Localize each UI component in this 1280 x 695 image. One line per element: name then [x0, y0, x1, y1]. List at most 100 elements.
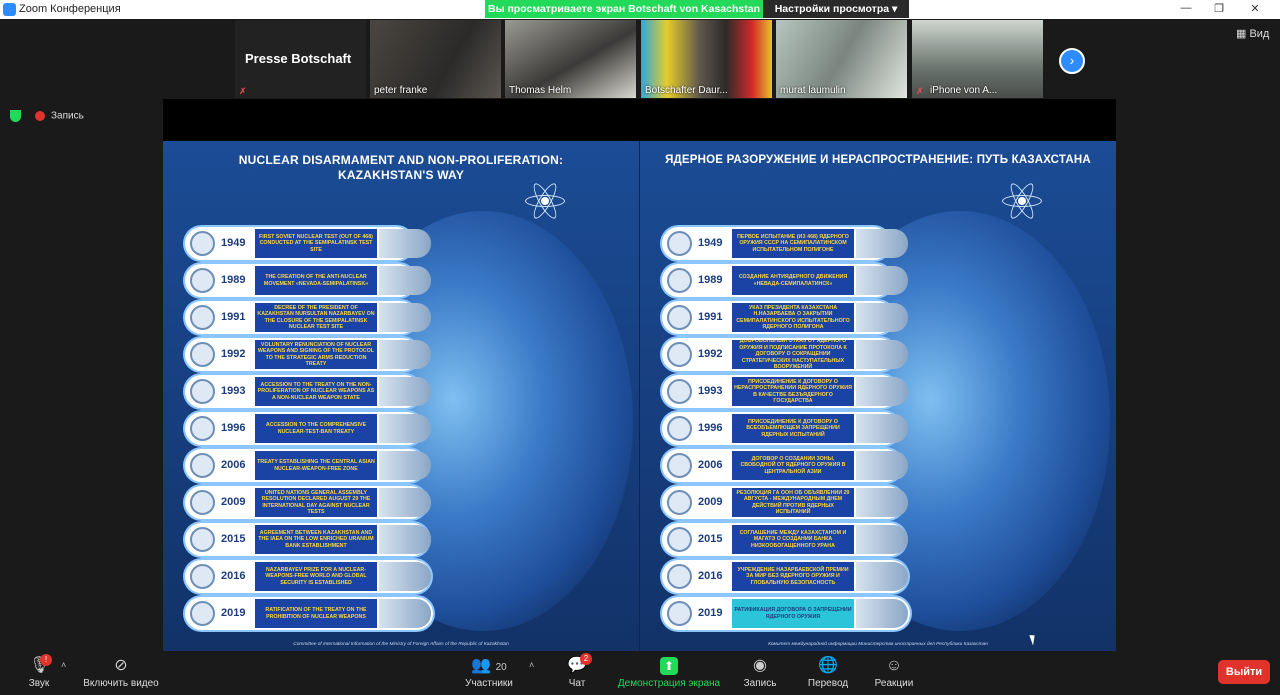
timeline-photo — [379, 562, 431, 591]
smiley-icon: ☺ — [885, 657, 903, 674]
timeline-caption: FIRST SOVIET NUCLEAR TEST (OUT OF 468) C… — [255, 229, 377, 258]
timeline-caption: DECREE OF THE PRESIDENT OF KAZAKHSTAN NU… — [255, 303, 377, 332]
timeline-year: 1996 — [221, 422, 246, 434]
audio-button[interactable]: 🎙 Звук ! — [22, 651, 56, 695]
record-icon: ◉ — [753, 657, 767, 674]
timeline-year: 1996 — [698, 422, 723, 434]
poster-footer-ru: Комитет международной информации Министе… — [768, 642, 988, 647]
audio-caret-icon[interactable]: ˄ — [61, 660, 66, 670]
timeline-row: 2016 УЧРЕЖДЕНИЕ НАЗАРБАЕВСКОЙ ПРЕМИИ ЗА М… — [662, 560, 908, 593]
timeline-row: 2015 AGREEMENT BETWEEN KAZAKHSTAN AND THE… — [185, 523, 431, 556]
close-icon[interactable]: ✕ — [1245, 2, 1265, 17]
recording-dot-icon — [35, 111, 45, 121]
record-button[interactable]: ◉ Запись — [740, 651, 780, 695]
audio-warning-badge: ! — [40, 654, 52, 666]
timeline-row: 2019 RATIFICATION OF THE TREATY ON THE PR… — [185, 597, 433, 630]
participants-icon: 👥 20 — [471, 657, 507, 674]
participant-tile[interactable]: murat laumulin — [776, 20, 907, 98]
restore-icon[interactable]: ❐ — [1209, 2, 1229, 17]
timeline-photo — [379, 414, 431, 443]
recording-indicator[interactable]: Запись — [10, 110, 84, 122]
view-label: Вид — [1249, 28, 1270, 40]
timeline-row: 2019 РАТИФИКАЦИЯ ДОГОВОРА О ЗАПРЕЩЕНИИ ЯД… — [662, 597, 910, 630]
timeline-year: 1993 — [698, 385, 723, 397]
chat-button[interactable]: 💬 Чат 2 — [563, 651, 592, 695]
minimize-icon[interactable]: — — [1176, 2, 1196, 17]
timeline-year: 2019 — [221, 607, 246, 619]
view-button[interactable]: ▦ Вид — [1236, 27, 1269, 40]
participant-tile[interactable]: ✗ iPhone von A... — [912, 20, 1043, 98]
translate-label: Перевод — [807, 678, 849, 689]
timeline-row: 1991 УКАЗ ПРЕЗИДЕНТА КАЗАХСТАНА Н.НАЗАРБА… — [662, 301, 908, 334]
atom-icon — [1002, 180, 1042, 222]
timeline-year: 2009 — [221, 496, 246, 508]
participant-tile-presse[interactable]: Presse Botschaft ✗ — [235, 20, 366, 98]
video-label: Включить видео — [83, 678, 159, 689]
reactions-button[interactable]: ☺ Реакции — [872, 651, 916, 695]
timeline-caption: NAZARBAYEV PRIZE FOR A NUCLEAR-WEAPONS-F… — [255, 562, 377, 591]
participant-name-large: Presse Botschaft — [245, 51, 352, 66]
timeline-caption: ПЕРВОЕ ИСПЫТАНИЕ (ИЗ 468) ЯДЕРНОГО ОРУЖИ… — [732, 229, 854, 258]
timeline-photo — [856, 340, 908, 369]
participant-name: Thomas Helm — [509, 85, 572, 96]
timeline-year: 2015 — [221, 533, 246, 545]
timeline-caption: TREATY ESTABLISHING THE CENTRAL ASIAN NU… — [255, 451, 377, 480]
timeline-caption: THE CREATION OF THE ANTI-NUCLEAR MOVEMEN… — [255, 266, 377, 295]
share-label: Демонстрация экрана — [617, 678, 721, 689]
timeline-year: 1993 — [221, 385, 246, 397]
timeline-caption: UNITED NATIONS GENERAL ASSEMBLY RESOLUTI… — [255, 488, 377, 517]
timeline-en: 1949 FIRST SOVIET NUCLEAR TEST (OUT OF 46… — [185, 227, 455, 634]
timeline-caption: РЕЗОЛЮЦИЯ ГА ООН ОБ ОБЪЯВЛЕНИИ 29 АВГУСТ… — [732, 488, 854, 517]
camera-off-icon: ⊘ — [114, 657, 128, 674]
participant-tile-active[interactable]: Botschafter Daur... — [641, 20, 772, 98]
translate-button[interactable]: 🌐 Перевод — [804, 651, 852, 695]
leave-meeting-button[interactable]: Выйти — [1218, 660, 1270, 684]
participant-tile[interactable]: peter franke — [370, 20, 501, 98]
timeline-year: 1989 — [698, 274, 723, 286]
timeline-year: 2016 — [221, 570, 246, 582]
share-screen-button[interactable]: ⬆ Демонстрация экрана — [614, 651, 724, 695]
timeline-year: 1989 — [221, 274, 246, 286]
mic-muted-icon: ✗ — [916, 86, 924, 96]
audio-label: Звук — [28, 678, 50, 689]
timeline-photo — [856, 414, 908, 443]
participants-caret-icon[interactable]: ˄ — [529, 660, 534, 670]
reactions-label: Реакции — [874, 678, 914, 689]
timeline-photo — [379, 488, 431, 517]
next-page-button[interactable]: › — [1059, 48, 1085, 74]
timeline-photo — [379, 229, 431, 258]
mic-muted-icon: ✗ — [239, 86, 247, 96]
timeline-ru: 1949 ПЕРВОЕ ИСПЫТАНИЕ (ИЗ 468) ЯДЕРНОГО О… — [662, 227, 932, 634]
timeline-year: 1991 — [698, 311, 723, 323]
poster-footer-en: Committee of International Information o… — [293, 642, 509, 647]
security-shield-icon — [10, 110, 21, 122]
poster-english: NUCLEAR DISARMAMENT AND NON-PROLIFERATIO… — [163, 141, 639, 651]
atom-icon — [525, 180, 565, 222]
poster-title-ru: ЯДЕРНОЕ РАЗОРУЖЕНИЕ И НЕРАСПРОСТРАНЕНИЕ:… — [665, 154, 1091, 166]
timeline-year: 1991 — [221, 311, 246, 323]
timeline-year: 1949 — [698, 237, 723, 249]
timeline-caption: УЧРЕЖДЕНИЕ НАЗАРБАЕВСКОЙ ПРЕМИИ ЗА МИР Б… — [732, 562, 854, 591]
grid-icon: ▦ — [1236, 28, 1250, 40]
timeline-photo — [379, 451, 431, 480]
timeline-row: 1996 ПРИСОЕДИНЕНИЕ К ДОГОВОРУ О ВСЕОБЪЕМЛ… — [662, 412, 908, 445]
timeline-photo — [856, 562, 908, 591]
timeline-row: 2006 ДОГОВОР О СОЗДАНИИ ЗОНЫ, СВОБОДНОЙ О… — [662, 449, 908, 482]
participant-name: murat laumulin — [780, 85, 846, 96]
timeline-caption: УКАЗ ПРЕЗИДЕНТА КАЗАХСТАНА Н.НАЗАРБАЕВА … — [732, 303, 854, 332]
timeline-row: 2009 UNITED NATIONS GENERAL ASSEMBLY RESO… — [185, 486, 431, 519]
screen-share-banner: Вы просматриваете экран Botschaft von Ka… — [485, 0, 763, 18]
participants-button[interactable]: 👥 20 Участники — [462, 651, 516, 695]
timeline-photo — [856, 266, 908, 295]
timeline-year: 1992 — [698, 348, 723, 360]
timeline-year: 2015 — [698, 533, 723, 545]
timeline-caption: RATIFICATION OF THE TREATY ON THE PROHIB… — [255, 599, 377, 628]
video-button[interactable]: ⊘ Включить видео — [80, 651, 162, 695]
timeline-year: 2019 — [698, 607, 723, 619]
meeting-toolbar: 🎙 Звук ! ˄ ⊘ Включить видео 👥 20 Участни… — [0, 651, 1280, 695]
timeline-photo — [856, 303, 908, 332]
view-options-dropdown[interactable]: Настройки просмотра ▾ — [763, 0, 909, 18]
timeline-caption: СОГЛАШЕНИЕ МЕЖДУ КАЗАХСТАНОМ И МАГАТЭ О … — [732, 525, 854, 554]
participant-tile[interactable]: Thomas Helm — [505, 20, 636, 98]
timeline-photo — [856, 451, 908, 480]
